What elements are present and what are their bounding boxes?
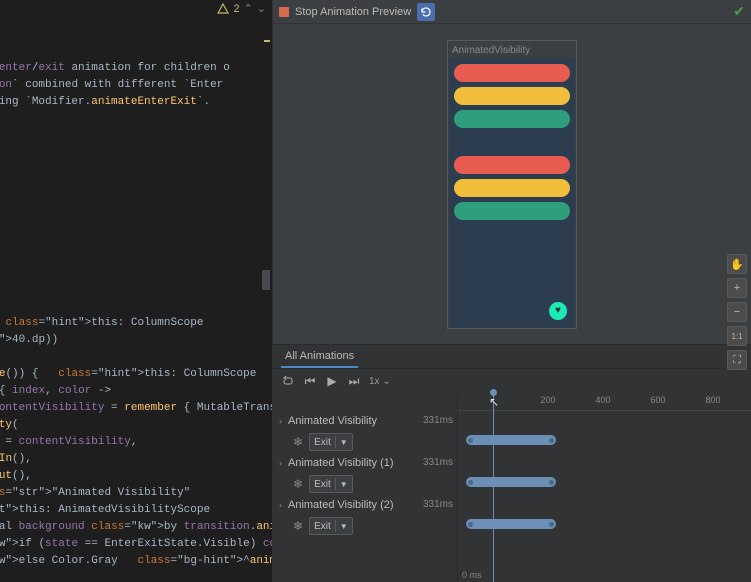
warning-count: 2 — [233, 3, 239, 15]
check-icon: ✔ — [733, 3, 745, 20]
color-bar — [454, 64, 570, 82]
timeline-ruler[interactable]: 2004006008001000 — [458, 393, 751, 411]
state-value: Exit — [314, 437, 331, 448]
playhead[interactable]: ↖ — [493, 393, 494, 582]
hand-icon: ✋ — [730, 258, 744, 271]
composable-preview: AnimatedVisibility ♥ — [447, 40, 577, 329]
zoom-fit-button[interactable]: 1:1 — [727, 326, 747, 346]
state-dropdown[interactable]: Exit ▼ — [309, 475, 353, 493]
chevron-down-icon: ⌄ — [382, 376, 390, 387]
color-bar — [454, 156, 570, 174]
animation-name: Animated Visibility — [288, 415, 377, 427]
code-editor[interactable]: 2 ⌃ ⌄ o create a custom enter/exit anima… — [0, 0, 272, 582]
pan-button[interactable]: ✋ — [727, 254, 747, 274]
animation-tabs: All Animations — [273, 345, 751, 369]
fab-button[interactable]: ♥ — [549, 302, 567, 320]
play-icon: ▶ — [327, 374, 336, 388]
animation-duration: 331ms — [423, 457, 453, 468]
play-button[interactable]: ▶ — [325, 374, 339, 388]
stop-icon[interactable] — [279, 7, 289, 17]
warning-icon — [217, 3, 229, 15]
freeze-icon[interactable]: ❄ — [293, 477, 303, 491]
zoom-in-button[interactable]: + — [727, 278, 747, 298]
animation-name: Animated Visibility (1) — [288, 457, 394, 469]
ruler-tick: 200 — [540, 395, 555, 405]
preview-canvas[interactable]: AnimatedVisibility ♥ ✋ + − 1:1 ⛶ — [273, 24, 751, 344]
track-bar[interactable] — [466, 477, 556, 487]
device-body: ♥ — [449, 58, 575, 328]
toolbar-title: Stop Animation Preview — [295, 6, 411, 18]
state-value: Exit — [314, 479, 331, 490]
footer-time-zero: 0 ms — [462, 570, 482, 580]
track-bar[interactable] — [466, 519, 556, 529]
zoom-out-button[interactable]: − — [727, 302, 747, 322]
loop-icon — [282, 375, 294, 387]
chevron-down-icon: ▼ — [340, 480, 348, 489]
animation-body: › Animated Visibility ❄ Exit ▼ › Animated Visi… — [273, 393, 751, 582]
color-bar — [454, 133, 570, 151]
track-bar[interactable] — [466, 435, 556, 445]
animation-state-row: ❄ Exit ▼ — [273, 431, 457, 453]
color-bar — [454, 225, 570, 243]
freeze-icon[interactable]: ❄ — [293, 435, 303, 449]
cursor-icon: ↖ — [489, 395, 499, 409]
ruler-tick: 600 — [650, 395, 665, 405]
chevron-down-icon: ▼ — [340, 438, 348, 447]
minus-icon: − — [734, 306, 740, 318]
heart-icon: ♥ — [555, 305, 561, 316]
animation-duration: 331ms — [423, 415, 453, 426]
animation-duration: 331ms — [423, 499, 453, 510]
code-content[interactable]: o create a custom enter/exit animation f… — [0, 26, 272, 582]
layout-button[interactable]: ⛶ — [727, 350, 747, 370]
skip-end-icon: ⏭ — [349, 374, 360, 389]
tab-all-animations[interactable]: All Animations — [281, 346, 358, 368]
ruler-tick: 800 — [705, 395, 720, 405]
animation-name: Animated Visibility (2) — [288, 499, 394, 511]
speed-label[interactable]: 1x ⌄ — [369, 376, 391, 387]
state-dropdown[interactable]: Exit ▼ — [309, 433, 353, 451]
skip-start-icon: ⏮ — [305, 374, 316, 389]
chevron-down-icon: ▼ — [340, 522, 348, 531]
animation-state-row: ❄ Exit ▼ — [273, 473, 457, 495]
timeline[interactable]: 2004006008001000 ↖ 331ms331ms331ms 0 ms — [458, 393, 751, 582]
preview-panel: Stop Animation Preview ✔ AnimatedVisibil… — [272, 0, 751, 582]
refresh-button[interactable] — [417, 3, 435, 21]
skip-end-button[interactable]: ⏭ — [347, 374, 361, 388]
color-bar — [454, 179, 570, 197]
animation-inspector: All Animations ⏮ ▶ ⏭ 1x ⌄ › Animated Visi… — [273, 344, 751, 582]
preview-toolbar: Stop Animation Preview ✔ — [273, 0, 751, 24]
layout-icon: ⛶ — [733, 354, 741, 367]
chevron-right-icon: › — [279, 500, 282, 510]
skip-start-button[interactable]: ⏮ — [303, 374, 317, 388]
zoom-controls: ✋ + − 1:1 ⛶ — [727, 254, 747, 370]
loop-button[interactable] — [281, 374, 295, 388]
plus-icon: + — [734, 282, 740, 294]
inspection-chevron-down-icon: ⌄ — [257, 2, 266, 15]
ruler-tick: 400 — [595, 395, 610, 405]
one-to-one-icon: 1:1 — [731, 332, 742, 341]
playback-controls: ⏮ ▶ ⏭ 1x ⌄ — [273, 369, 751, 393]
color-bar — [454, 202, 570, 220]
chevron-right-icon: › — [279, 458, 282, 468]
state-dropdown[interactable]: Exit ▼ — [309, 517, 353, 535]
preview-label: AnimatedVisibility — [452, 45, 576, 56]
color-bar — [454, 87, 570, 105]
editor-gutter[interactable] — [262, 20, 272, 560]
warning-indicator[interactable]: 2 ⌃ ⌄ — [217, 2, 266, 15]
state-value: Exit — [314, 521, 331, 532]
refresh-icon — [420, 6, 432, 18]
animation-state-row: ❄ Exit ▼ — [273, 515, 457, 537]
color-bar — [454, 110, 570, 128]
inspection-chevron-icon: ⌃ — [244, 2, 253, 15]
chevron-right-icon: › — [279, 416, 282, 426]
freeze-icon[interactable]: ❄ — [293, 519, 303, 533]
